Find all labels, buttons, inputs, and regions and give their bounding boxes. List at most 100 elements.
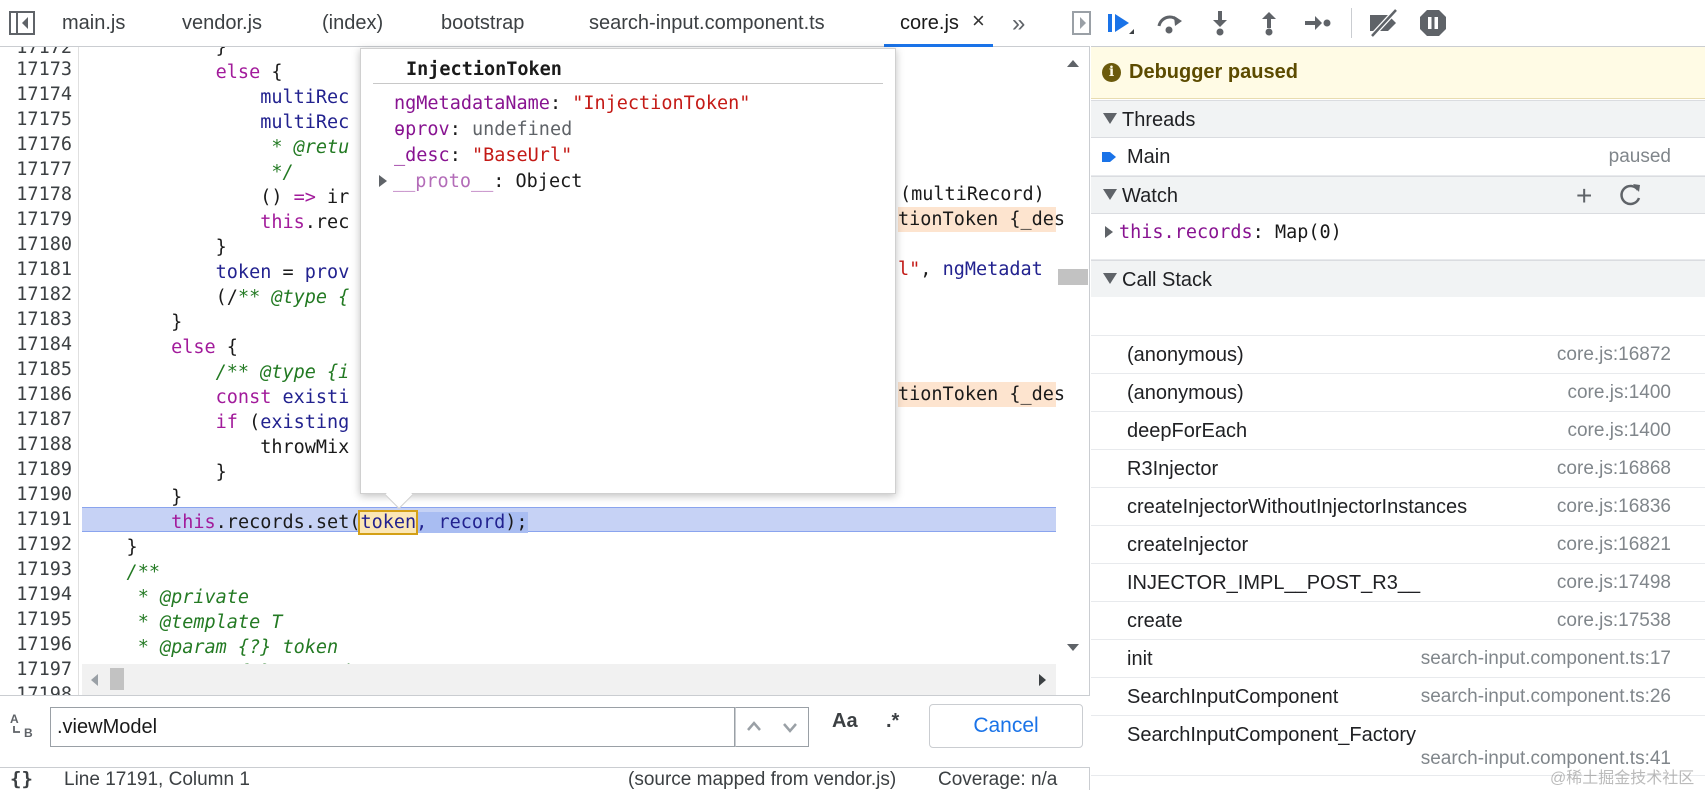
horizontal-scrollbar[interactable] xyxy=(82,664,1056,695)
tab-main-js[interactable]: main.js xyxy=(62,0,125,47)
popover-property[interactable]: ɵprov: undefined xyxy=(394,119,572,140)
line-number[interactable]: 17193 xyxy=(0,557,72,582)
code-line: throwMix xyxy=(82,437,350,458)
watch-expression[interactable]: this.records: Map(0) xyxy=(1103,222,1342,243)
line-number[interactable]: 17187 xyxy=(0,407,72,432)
line-number[interactable]: 17198 xyxy=(0,682,72,695)
frame-location[interactable]: core.js:16868 xyxy=(1557,458,1671,480)
tab-core-js[interactable]: core.js xyxy=(884,0,993,47)
frame-location[interactable]: core.js:16821 xyxy=(1557,534,1671,556)
line-number[interactable]: 17192 xyxy=(0,532,72,557)
line-number[interactable]: 17177 xyxy=(0,157,72,182)
code-line: (/** @type { xyxy=(82,287,350,308)
toggle-navigator-icon[interactable] xyxy=(8,10,36,36)
thread-row[interactable]: Main paused xyxy=(1091,138,1705,176)
tab-bootstrap[interactable]: bootstrap xyxy=(441,0,524,47)
search-previous-icon[interactable] xyxy=(736,708,772,746)
replace-toggle-icon[interactable]: A B xyxy=(8,710,38,740)
line-number[interactable]: 17195 xyxy=(0,607,72,632)
refresh-icon[interactable] xyxy=(1616,181,1644,209)
step-into-icon[interactable] xyxy=(1205,8,1235,38)
resume-icon[interactable] xyxy=(1105,8,1135,38)
line-number[interactable]: 17188 xyxy=(0,432,72,457)
line-number[interactable]: 17182 xyxy=(0,282,72,307)
close-tab-icon[interactable]: × xyxy=(972,8,985,34)
line-number[interactable]: 17178 xyxy=(0,182,72,207)
line-number[interactable]: 17189 xyxy=(0,457,72,482)
line-number[interactable]: 17194 xyxy=(0,582,72,607)
threads-section-header[interactable]: Threads xyxy=(1091,100,1705,138)
watch-section-header[interactable]: Watch + xyxy=(1091,176,1705,214)
frame-location[interactable]: core.js:1400 xyxy=(1567,382,1671,404)
horizontal-scroll-thumb[interactable] xyxy=(110,668,124,690)
line-number[interactable]: 17181 xyxy=(0,257,72,282)
more-tabs-icon[interactable]: » xyxy=(1012,0,1025,47)
deactivate-breakpoints-icon[interactable] xyxy=(1366,8,1402,38)
line-number[interactable]: 17191 xyxy=(0,507,72,532)
line-number[interactable]: 17173 xyxy=(0,57,72,82)
line-number[interactable]: 17185 xyxy=(0,357,72,382)
scroll-left-icon[interactable] xyxy=(88,672,100,688)
line-number[interactable]: 17179 xyxy=(0,207,72,232)
cancel-search-button[interactable]: Cancel xyxy=(929,704,1083,748)
cursor-position: Line 17191, Column 1 xyxy=(64,769,250,790)
line-number-gutter[interactable]: 17172 17173 17174 17175 17176 17177 1717… xyxy=(0,47,79,695)
call-frame-row[interactable]: (anonymous) core.js:1400 xyxy=(1091,374,1705,412)
line-number[interactable]: 17183 xyxy=(0,307,72,332)
popover-property[interactable]: ngMetadataName: "InjectionToken" xyxy=(394,93,750,114)
frame-location[interactable]: core.js:16836 xyxy=(1557,496,1671,518)
scroll-right-icon[interactable] xyxy=(1037,672,1049,688)
step-icon[interactable] xyxy=(1302,8,1332,38)
callstack-section-header[interactable]: Call Stack xyxy=(1091,260,1705,298)
line-number[interactable]: 17197 xyxy=(0,657,72,682)
line-number[interactable]: 17196 xyxy=(0,632,72,657)
call-frame-row[interactable]: create core.js:17538 xyxy=(1091,602,1705,640)
scroll-up-icon[interactable] xyxy=(1065,57,1081,69)
pretty-print-button[interactable]: {} xyxy=(10,768,33,790)
tab-vendor-js[interactable]: vendor.js xyxy=(182,0,262,47)
watch-expression-row[interactable]: this.records: Map(0) xyxy=(1091,214,1705,260)
call-frame-row[interactable]: SearchInputComponent search-input.compone… xyxy=(1091,678,1705,716)
line-number[interactable]: 17180 xyxy=(0,232,72,257)
scroll-down-icon[interactable] xyxy=(1065,642,1081,654)
tab-index[interactable]: (index) xyxy=(322,0,383,47)
frame-location[interactable]: core.js:17498 xyxy=(1557,572,1671,594)
search-next-icon[interactable] xyxy=(772,708,808,746)
call-frame-row[interactable]: (anonymous) core.js:16872 xyxy=(1091,336,1705,374)
call-frame-row[interactable]: createInjector core.js:16821 xyxy=(1091,526,1705,564)
line-number[interactable]: 17176 xyxy=(0,132,72,157)
frame-location[interactable]: search-input.component.ts:17 xyxy=(1421,648,1671,670)
coverage-status: Coverage: n/a xyxy=(938,769,1058,790)
tab-search-input-component[interactable]: search-input.component.ts xyxy=(589,0,825,47)
frame-location[interactable]: core.js:16872 xyxy=(1557,344,1671,366)
match-case-button[interactable]: Aa xyxy=(832,710,858,733)
line-number[interactable]: 17175 xyxy=(0,107,72,132)
frame-location[interactable]: search-input.component.ts:26 xyxy=(1421,686,1671,708)
frame-location[interactable]: core.js:1400 xyxy=(1567,420,1671,442)
call-frame-row[interactable]: INJECTOR_IMPL__POST_R3__ core.js:17498 xyxy=(1091,564,1705,602)
search-input[interactable]: .viewModel xyxy=(50,707,735,747)
call-frame-row[interactable]: deepForEach core.js:1400 xyxy=(1091,412,1705,450)
source-map-link[interactable]: (source mapped from vendor.js) xyxy=(628,769,896,790)
popover-property[interactable]: _desc: "BaseUrl" xyxy=(394,145,572,166)
step-over-icon[interactable] xyxy=(1155,8,1185,38)
call-frame-row[interactable]: createInjectorWithoutInjectorInstances co… xyxy=(1091,488,1705,526)
line-number[interactable]: 17186 xyxy=(0,382,72,407)
call-frame-row[interactable]: init search-input.component.ts:17 xyxy=(1091,640,1705,678)
frame-location[interactable]: core.js:17538 xyxy=(1557,610,1671,632)
regex-button[interactable]: .* xyxy=(886,710,899,733)
code-line: } xyxy=(82,237,227,258)
add-watch-icon[interactable]: + xyxy=(1576,180,1592,212)
vertical-scroll-thumb[interactable] xyxy=(1058,269,1088,285)
step-out-icon[interactable] xyxy=(1254,8,1284,38)
code-line: */ xyxy=(82,162,294,183)
vertical-scrollbar[interactable] xyxy=(1056,47,1090,664)
popover-property-proto[interactable]: __proto__: Object xyxy=(377,171,582,192)
line-number[interactable]: 17184 xyxy=(0,332,72,357)
call-frame-row[interactable]: R3Injector core.js:16868 xyxy=(1091,450,1705,488)
hovered-token[interactable]: token xyxy=(358,510,419,535)
line-number[interactable]: 17174 xyxy=(0,82,72,107)
frame-function-name: SearchInputComponent xyxy=(1127,686,1339,708)
pause-on-exceptions-icon[interactable] xyxy=(1418,8,1448,38)
line-number[interactable]: 17190 xyxy=(0,482,72,507)
